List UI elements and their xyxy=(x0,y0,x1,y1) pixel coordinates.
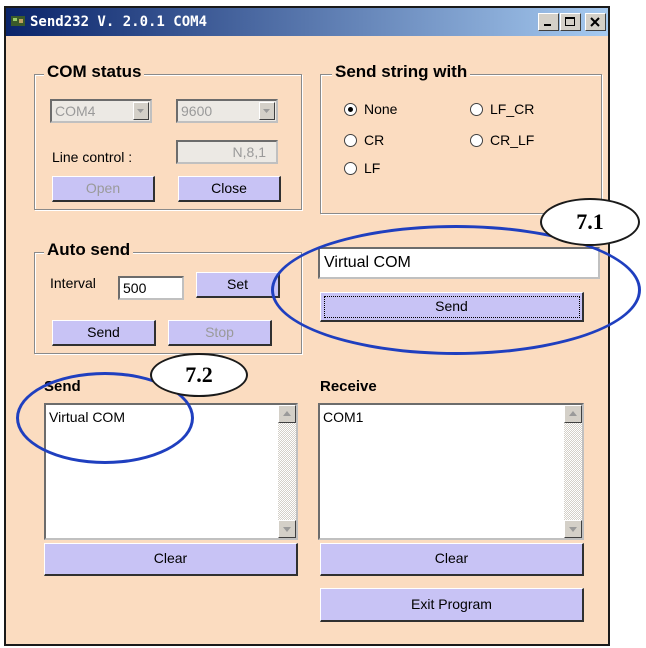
open-button[interactable]: Open xyxy=(52,176,155,202)
receive-scrollbar[interactable] xyxy=(564,405,582,538)
set-interval-button[interactable]: Set xyxy=(196,272,280,298)
window-title: Send232 V. 2.0.1 COM4 xyxy=(30,14,208,30)
baud-select[interactable]: 9600 xyxy=(176,99,278,123)
baud-value: 9600 xyxy=(181,103,213,119)
radio-label: None xyxy=(364,101,398,117)
stop-button[interactable]: Stop xyxy=(168,320,272,346)
radio-button[interactable] xyxy=(344,103,357,116)
interval-label: Interval xyxy=(50,275,96,291)
close-button[interactable] xyxy=(585,13,606,31)
send-string-with-group xyxy=(320,74,602,214)
minimize-button[interactable] xyxy=(538,13,559,31)
auto-send-button[interactable]: Send xyxy=(52,320,156,346)
receive-clear-button[interactable]: Clear xyxy=(320,543,584,576)
auto-send-title: Auto send xyxy=(44,240,134,260)
send-scrollbar[interactable] xyxy=(278,405,296,538)
port-select[interactable]: COM4 xyxy=(50,99,152,123)
send-clear-button[interactable]: Clear xyxy=(44,543,298,576)
maximize-button[interactable] xyxy=(560,13,581,31)
send-string-with-title: Send string with xyxy=(332,62,471,82)
radio-label: CR xyxy=(364,132,385,148)
annotation-tag-7-1: 7.1 xyxy=(540,198,640,246)
minimize-icon xyxy=(544,24,551,26)
receive-textarea[interactable]: COM1 xyxy=(318,403,584,540)
receive-panel-title: Receive xyxy=(320,378,377,395)
scroll-up-icon[interactable] xyxy=(278,405,296,423)
scroll-down-icon[interactable] xyxy=(278,520,296,538)
scroll-up-icon[interactable] xyxy=(564,405,582,423)
interval-input[interactable]: 500 xyxy=(118,276,184,300)
chevron-down-icon[interactable] xyxy=(133,102,149,120)
com-status-title: COM status xyxy=(44,62,145,82)
radio-label: LF_CR xyxy=(490,101,535,117)
close-icon xyxy=(590,17,600,27)
close-port-button[interactable]: Close xyxy=(178,176,281,202)
app-icon xyxy=(10,13,28,29)
radio-button[interactable] xyxy=(344,162,357,175)
chevron-down-icon[interactable] xyxy=(259,102,275,120)
line-control-value: N,8,1 xyxy=(232,144,266,160)
line-control-field: N,8,1 xyxy=(176,140,278,164)
port-value: COM4 xyxy=(55,103,96,119)
exit-program-button[interactable]: Exit Program xyxy=(320,588,584,622)
radio-button[interactable] xyxy=(344,134,357,147)
scroll-down-icon[interactable] xyxy=(564,520,582,538)
radio-label: CR_LF xyxy=(490,132,535,148)
receive-textarea-content: COM1 xyxy=(323,409,364,425)
line-control-label: Line control : xyxy=(52,149,133,165)
interval-value: 500 xyxy=(123,280,147,296)
annotation-tag-7-2: 7.2 xyxy=(150,353,248,397)
radio-button[interactable] xyxy=(470,134,483,147)
maximize-icon xyxy=(565,17,575,26)
radio-button[interactable] xyxy=(470,103,483,116)
radio-label: LF xyxy=(364,160,381,176)
